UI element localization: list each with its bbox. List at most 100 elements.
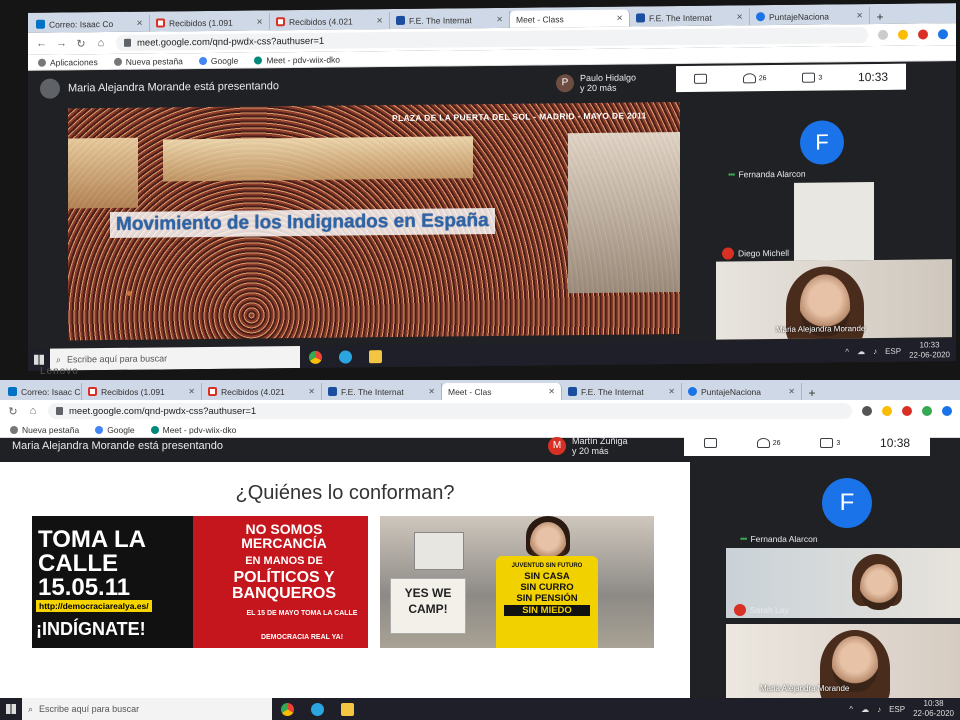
bookmark-new-tab[interactable]: Nueva pestaña: [113, 56, 183, 67]
mic-off-icon: [734, 604, 746, 616]
close-icon[interactable]: ✕: [136, 19, 143, 28]
tab-gmail-2[interactable]: Recibidos (4.021 ✕: [202, 383, 322, 400]
bookmark-google[interactable]: Google: [198, 55, 238, 65]
tab-bar: Correo: Isaac Co Recibidos (1.091 ✕ Recib…: [0, 380, 960, 447]
home-icon[interactable]: ⌂: [96, 37, 106, 49]
tile-label: Maria Alejandra Morande: [760, 684, 850, 693]
speaker-name: Paulo Hidalgo: [580, 72, 637, 84]
volume-icon[interactable]: ♪: [877, 705, 881, 714]
casa-de-correos: [163, 136, 473, 182]
forward-icon[interactable]: →: [56, 37, 67, 49]
edge-icon[interactable]: [302, 698, 332, 720]
bookmark-google[interactable]: Google: [95, 425, 135, 435]
system-tray: ^ ☁ ♪ ESP 10:33 22-06-2020: [845, 340, 956, 361]
bookmark-meet[interactable]: Meet - pdv-wiix-dko: [254, 54, 340, 65]
volume-icon[interactable]: ♪: [873, 346, 877, 355]
chevron-up-icon[interactable]: ^: [849, 705, 853, 714]
meet-icon: [254, 55, 263, 64]
bookmark-new-tab[interactable]: Nueva pestaña: [10, 425, 79, 435]
taskbar-clock[interactable]: 10:33 22-06-2020: [909, 340, 950, 360]
video-tile-sarah[interactable]: Sarah Lay: [726, 548, 960, 618]
people-button[interactable]: 26: [742, 73, 767, 84]
video-tile-maria[interactable]: Maria Alejandra Morande: [716, 259, 952, 340]
tab-puntaje[interactable]: PuntajeNaciona ✕: [682, 383, 802, 400]
poster-no-somos: NO SOMOS MERCANCÍA: [241, 521, 327, 551]
close-icon[interactable]: ✕: [668, 387, 675, 396]
close-icon[interactable]: ✕: [856, 11, 863, 20]
lock-icon: [124, 38, 131, 47]
tab-gmail-2[interactable]: Recibidos (4.021 ✕: [270, 12, 390, 31]
language-indicator[interactable]: ESP: [889, 705, 905, 714]
language-indicator[interactable]: ESP: [885, 346, 901, 355]
taskbar-search[interactable]: ⌕ Escribe aquí para buscar: [22, 698, 272, 720]
close-icon[interactable]: ✕: [548, 387, 555, 396]
gmail-icon: [156, 18, 165, 28]
tab-fe-1[interactable]: F.E. The Internat ✕: [390, 10, 510, 30]
tab-gmail-1[interactable]: Recibidos (1.091 ✕: [150, 13, 270, 32]
profile-icon[interactable]: [938, 29, 948, 40]
mail-icon: [8, 387, 17, 396]
url-input[interactable]: meet.google.com/qnd-pwdx-css?authuser=1: [48, 403, 852, 419]
back-icon[interactable]: ←: [36, 38, 47, 50]
shield-icon[interactable]: [922, 406, 932, 416]
close-icon[interactable]: ✕: [496, 15, 503, 24]
taskbar: ⌕ Escribe aquí para buscar ^ ☁ ♪ ESP 10:3…: [0, 698, 960, 720]
folder-icon[interactable]: [332, 698, 362, 720]
bookmark-meet[interactable]: Meet - pdv-wiix-dko: [150, 425, 236, 435]
close-icon[interactable]: ✕: [256, 17, 263, 26]
chrome-icon[interactable]: [300, 346, 330, 368]
video-tile-diego[interactable]: [794, 181, 874, 261]
close-icon[interactable]: ✕: [616, 14, 623, 23]
poster-footer: DEMOCRACIA REAL YA!: [260, 634, 344, 641]
bookmark-apps[interactable]: Aplicaciones: [38, 57, 98, 68]
chrome-icon[interactable]: [272, 698, 302, 720]
tab-gmail-1[interactable]: Recibidos (1.091 ✕: [82, 383, 202, 400]
new-tab-button[interactable]: +: [870, 10, 890, 24]
tab-mail[interactable]: Correo: Isaac Co ✕: [30, 14, 150, 33]
star-icon[interactable]: [898, 29, 908, 40]
system-tray: ^ ☁ ♪ ESP 10:38 22-06-2020: [849, 699, 960, 719]
meeting-details-button[interactable]: [693, 73, 707, 84]
reload-icon[interactable]: ↻: [8, 405, 18, 418]
edge-icon[interactable]: [330, 345, 360, 367]
people-button[interactable]: 26: [756, 438, 781, 448]
tab-fe-1[interactable]: F.E. The Internat ✕: [322, 383, 442, 400]
extension-icon[interactable]: [902, 406, 912, 416]
tab-meet[interactable]: Meet - Class ✕: [28, 9, 630, 80]
close-icon[interactable]: ✕: [376, 16, 383, 25]
taskbar-clock[interactable]: 10:38 22-06-2020: [913, 699, 954, 719]
avatar: M: [548, 437, 566, 455]
protest-sign: YES WE CAMP!: [390, 578, 466, 634]
network-icon[interactable]: ☁: [857, 347, 865, 356]
taskbar-search[interactable]: ⌕ Escribe aquí para buscar: [50, 346, 300, 371]
close-icon[interactable]: ✕: [788, 387, 795, 396]
chevron-up-icon[interactable]: ^: [845, 347, 849, 356]
network-icon[interactable]: ☁: [861, 705, 869, 714]
camera-icon[interactable]: [862, 406, 872, 416]
new-tab-button[interactable]: +: [802, 386, 822, 400]
close-icon[interactable]: ✕: [188, 387, 195, 396]
tab-fe-2[interactable]: F.E. The Internat ✕: [562, 383, 682, 400]
building-right: [568, 132, 680, 294]
reload-icon[interactable]: ↻: [76, 37, 86, 50]
close-icon[interactable]: ✕: [428, 387, 435, 396]
slide-heading: ¿Quiénes lo conforman?: [235, 482, 455, 504]
chat-button[interactable]: 3: [802, 72, 822, 83]
globe-icon: [113, 57, 122, 66]
video-tile-maria[interactable]: Maria Alejandra Morande: [726, 624, 960, 698]
meeting-details-button[interactable]: [703, 438, 717, 448]
close-icon[interactable]: ✕: [736, 12, 743, 21]
home-icon[interactable]: ⌂: [28, 405, 38, 417]
tab-fe-2[interactable]: F.E. The Internat ✕: [630, 8, 750, 27]
chat-button[interactable]: 3: [820, 438, 840, 448]
tab-meet[interactable]: Meet - Clas ✕: [0, 383, 562, 447]
windows-start-icon[interactable]: [0, 698, 22, 720]
tab-puntaje[interactable]: PuntajeNaciona ✕: [750, 7, 870, 26]
extension-icon[interactable]: [918, 29, 928, 40]
camera-icon[interactable]: [878, 29, 888, 40]
close-icon[interactable]: ✕: [308, 387, 315, 396]
folder-icon[interactable]: [360, 345, 390, 367]
profile-icon[interactable]: [942, 406, 952, 416]
star-icon[interactable]: [882, 406, 892, 416]
tab-mail[interactable]: Correo: Isaac Co: [2, 383, 82, 400]
